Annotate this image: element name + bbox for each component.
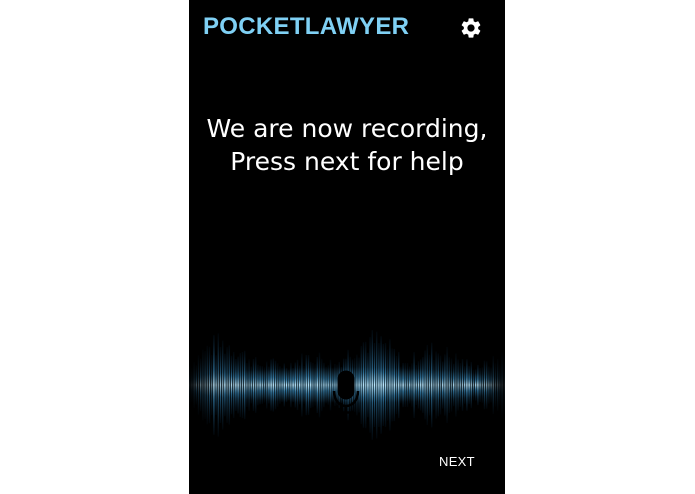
next-button[interactable]: NEXT: [439, 454, 475, 469]
settings-button[interactable]: [459, 16, 483, 40]
gear-icon: [461, 18, 481, 38]
message-line-1: We are now recording,: [206, 114, 488, 143]
recording-message: We are now recording, Press next for hel…: [189, 112, 505, 178]
app-screen: POCKETLAWYER We are now recording, Press…: [189, 0, 505, 494]
app-title: POCKETLAWYER: [203, 13, 410, 40]
microphone-icon: [332, 370, 360, 414]
message-line-2: Press next for help: [230, 147, 464, 176]
